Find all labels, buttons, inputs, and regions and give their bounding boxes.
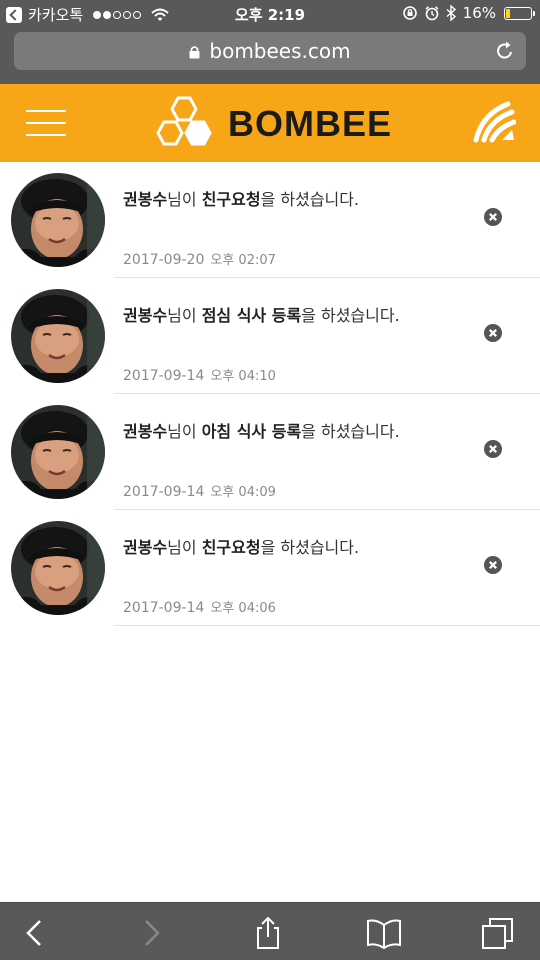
timestamp: 2017-09-14 오후 04:10 [123, 365, 276, 384]
user-name[interactable]: 권봉수 [123, 422, 167, 441]
divider [114, 625, 540, 626]
alarm-icon [425, 6, 439, 21]
action-name: 점심 식사 등록 [201, 306, 302, 325]
reload-icon[interactable] [494, 40, 516, 62]
back-arrow-icon[interactable] [16, 915, 52, 951]
logo-text: BOMBEE [228, 103, 393, 144]
timestamp: 2017-09-20 오후 02:07 [123, 249, 276, 268]
logo[interactable]: BOMBEE [156, 96, 392, 152]
notification-item[interactable]: 권봉수님이 친구요청을 하셨습니다. 2017-09-14 오후 04:06 [0, 510, 540, 626]
url-text[interactable]: bombees.com [209, 39, 350, 63]
date-text: 2017-09-20 [123, 252, 205, 268]
avatar[interactable] [11, 289, 105, 383]
notification-message: 권봉수님이 친구요청을 하셨습니다. [123, 186, 359, 210]
avatar[interactable] [11, 405, 105, 499]
action-name: 친구요청 [201, 190, 261, 209]
share-icon[interactable] [250, 915, 286, 951]
notification-item[interactable]: 권봉수님이 아침 식사 등록을 하셨습니다. 2017-09-14 오후 04:0… [0, 394, 540, 510]
browser-chrome: 카카오톡 오후 2:19 16% bombees.com [0, 0, 540, 84]
close-circle-icon[interactable] [484, 556, 502, 574]
close-circle-icon[interactable] [484, 440, 502, 458]
honeycomb-logo-icon [156, 96, 212, 146]
orientation-lock-icon [402, 6, 417, 20]
bookmarks-icon[interactable] [366, 915, 402, 951]
notification-message: 권봉수님이 친구요청을 하셨습니다. [123, 534, 359, 558]
app-header: BOMBEE [0, 84, 540, 162]
battery-level [506, 8, 510, 18]
status-bar: 카카오톡 오후 2:19 16% [0, 0, 540, 28]
user-name[interactable]: 권봉수 [123, 538, 167, 557]
user-name[interactable]: 권봉수 [123, 190, 167, 209]
avatar[interactable] [11, 521, 105, 615]
time-text: 오후 04:10 [210, 369, 276, 384]
message-text: 을 하셨습니다. [301, 306, 400, 325]
notification-item[interactable]: 권봉수님이 친구요청을 하셨습니다. 2017-09-20 오후 02:07 [0, 162, 540, 278]
message-text: 을 하셨습니다. [260, 190, 360, 209]
tabs-icon[interactable] [480, 915, 516, 951]
action-name: 친구요청 [201, 538, 261, 557]
message-text: 님이 [167, 306, 202, 325]
lock-icon [189, 46, 200, 59]
timestamp: 2017-09-14 오후 04:06 [123, 597, 276, 616]
notification-item[interactable]: 권봉수님이 점심 식사 등록을 하셨습니다. 2017-09-14 오후 04:1… [0, 278, 540, 394]
notification-message: 권봉수님이 아침 식사 등록을 하셨습니다. [123, 418, 400, 442]
bluetooth-icon [446, 5, 456, 21]
forward-arrow-icon[interactable] [134, 915, 170, 951]
date-text: 2017-09-14 [123, 600, 205, 616]
message-text: 을 하셨습니다. [260, 538, 360, 557]
hamburger-menu-icon[interactable] [26, 110, 66, 136]
user-name[interactable]: 권봉수 [123, 306, 167, 325]
browser-toolbar [0, 902, 540, 960]
date-text: 2017-09-14 [123, 368, 205, 384]
battery-icon [504, 6, 535, 20]
message-text: 님이 [167, 538, 202, 557]
timestamp: 2017-09-14 오후 04:09 [123, 481, 276, 500]
notification-list: 권봉수님이 친구요청을 하셨습니다. 2017-09-20 오후 02:07 권… [0, 162, 540, 626]
time-text: 오후 04:06 [210, 601, 276, 616]
time-text: 오후 04:09 [210, 485, 276, 500]
message-text: 을 하셨습니다. [301, 422, 400, 441]
message-text: 님이 [167, 190, 202, 209]
notification-message: 권봉수님이 점심 식사 등록을 하셨습니다. [123, 302, 400, 326]
avatar[interactable] [11, 173, 105, 267]
close-circle-icon[interactable] [484, 208, 502, 226]
action-name: 아침 식사 등록 [201, 422, 302, 441]
status-right: 16% [402, 4, 535, 22]
date-text: 2017-09-14 [123, 484, 205, 500]
time-text: 오후 02:07 [210, 253, 276, 268]
close-circle-icon[interactable] [484, 324, 502, 342]
message-text: 님이 [167, 422, 202, 441]
address-bar[interactable]: bombees.com [14, 32, 526, 70]
battery-percent: 16% [462, 4, 496, 22]
bombee-wing-icon[interactable] [472, 100, 516, 144]
